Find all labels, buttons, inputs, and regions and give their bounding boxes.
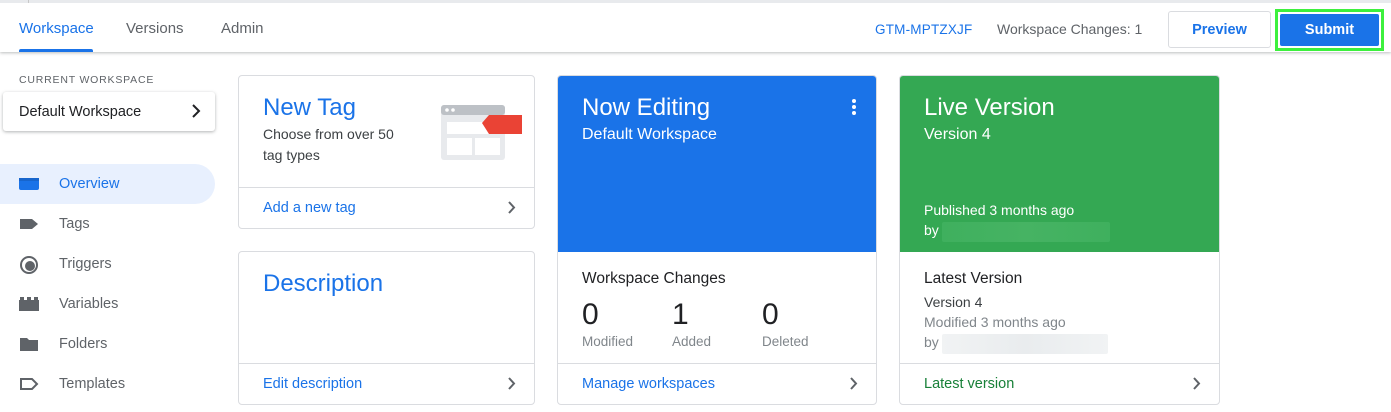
chevron-right-icon <box>1192 377 1201 395</box>
chevron-right-icon <box>191 104 201 123</box>
sidebar-item-templates[interactable]: Templates <box>0 364 215 404</box>
new-tag-illustration-icon <box>440 104 524 167</box>
live-version-number: Version 4 <box>924 126 991 143</box>
sidebar-item-tags[interactable]: Tags <box>0 204 215 244</box>
workspace-name: Default Workspace <box>19 104 142 120</box>
chevron-right-icon <box>507 201 516 219</box>
workspace-changes-title: Workspace Changes <box>582 270 726 287</box>
published-text: Published 3 months ago <box>924 202 1075 218</box>
new-tag-title: New Tag <box>263 94 356 121</box>
live-version-title: Live Version <box>924 94 1055 121</box>
now-editing-footer[interactable]: Manage workspaces <box>558 363 876 404</box>
now-editing-card: Now Editing Default Workspace Workspace … <box>557 75 877 405</box>
overview-icon <box>19 176 39 192</box>
tag-icon <box>19 216 39 232</box>
description-card[interactable]: Description Edit description <box>238 251 535 405</box>
edit-description-link[interactable]: Edit description <box>263 376 362 392</box>
redacted-publisher <box>942 222 1110 242</box>
now-editing-workspace: Default Workspace <box>582 126 717 143</box>
sidebar-item-overview[interactable]: Overview <box>0 164 215 204</box>
published-by-label: by <box>924 222 939 238</box>
live-version-card: Live Version Version 4 Published 3 month… <box>899 75 1220 405</box>
submit-button[interactable]: Submit <box>1280 14 1379 46</box>
redacted-modifier <box>942 334 1108 354</box>
chevron-right-icon <box>507 377 516 395</box>
container-id-link[interactable]: GTM-MPTZXJF <box>875 22 972 37</box>
live-version-header: Live Version Version 4 Published 3 month… <box>900 76 1219 252</box>
latest-version-link[interactable]: Latest version <box>924 376 1014 392</box>
workspace-changes-count: Workspace Changes: 1 <box>997 21 1143 37</box>
more-vert-icon[interactable] <box>851 98 857 121</box>
sidebar-item-label: Variables <box>59 296 119 312</box>
sidebar-item-label: Overview <box>59 176 120 192</box>
live-version-footer[interactable]: Latest version <box>900 363 1219 404</box>
template-icon <box>19 376 39 392</box>
sidebar-item-label: Templates <box>59 376 126 392</box>
modified-count: 0 <box>582 298 599 331</box>
tab-admin[interactable]: Admin <box>221 20 264 37</box>
preview-button[interactable]: Preview <box>1168 11 1271 48</box>
top-divider-mark <box>28 0 29 3</box>
sidebar-item-folders[interactable]: Folders <box>0 324 215 364</box>
current-workspace-label: CURRENT WORKSPACE <box>19 74 155 86</box>
modified-time: Modified 3 months ago <box>924 314 1066 330</box>
workspace-selector[interactable]: Default Workspace <box>3 92 215 131</box>
sidebar-item-label: Triggers <box>59 256 112 272</box>
modified-label: Modified <box>582 334 634 349</box>
modified-by-label: by <box>924 334 939 350</box>
sidebar-item-label: Tags <box>59 216 90 232</box>
added-label: Added <box>672 334 712 349</box>
latest-version-number: Version 4 <box>924 294 983 310</box>
deleted-label: Deleted <box>762 334 809 349</box>
manage-workspaces-link[interactable]: Manage workspaces <box>582 376 715 392</box>
description-title: Description <box>263 270 384 297</box>
sidebar-item-label: Folders <box>59 336 108 352</box>
tab-workspace[interactable]: Workspace <box>19 20 94 37</box>
add-new-tag-link[interactable]: Add a new tag <box>263 200 356 216</box>
sidebar-item-variables[interactable]: Variables <box>0 284 215 324</box>
now-editing-title: Now Editing <box>582 94 711 121</box>
added-count: 1 <box>672 298 689 331</box>
new-tag-footer[interactable]: Add a new tag <box>239 187 534 228</box>
latest-version-title: Latest Version <box>924 270 1023 287</box>
new-tag-card[interactable]: New Tag Choose from over 50 tag types Ad… <box>238 75 535 229</box>
sidebar-item-triggers[interactable]: Triggers <box>0 244 215 284</box>
tab-versions[interactable]: Versions <box>126 20 184 37</box>
folder-icon <box>19 336 39 352</box>
now-editing-header: Now Editing Default Workspace <box>558 76 876 252</box>
active-tab-indicator <box>19 49 93 52</box>
deleted-count: 0 <box>762 298 779 331</box>
variables-icon <box>19 296 39 312</box>
trigger-icon <box>19 256 39 274</box>
top-bar: Workspace Versions Admin GTM-MPTZXJF Wor… <box>0 0 1391 52</box>
chevron-right-icon <box>849 377 858 395</box>
new-tag-subtitle: Choose from over 50 tag types <box>263 126 394 163</box>
description-footer[interactable]: Edit description <box>239 363 534 404</box>
